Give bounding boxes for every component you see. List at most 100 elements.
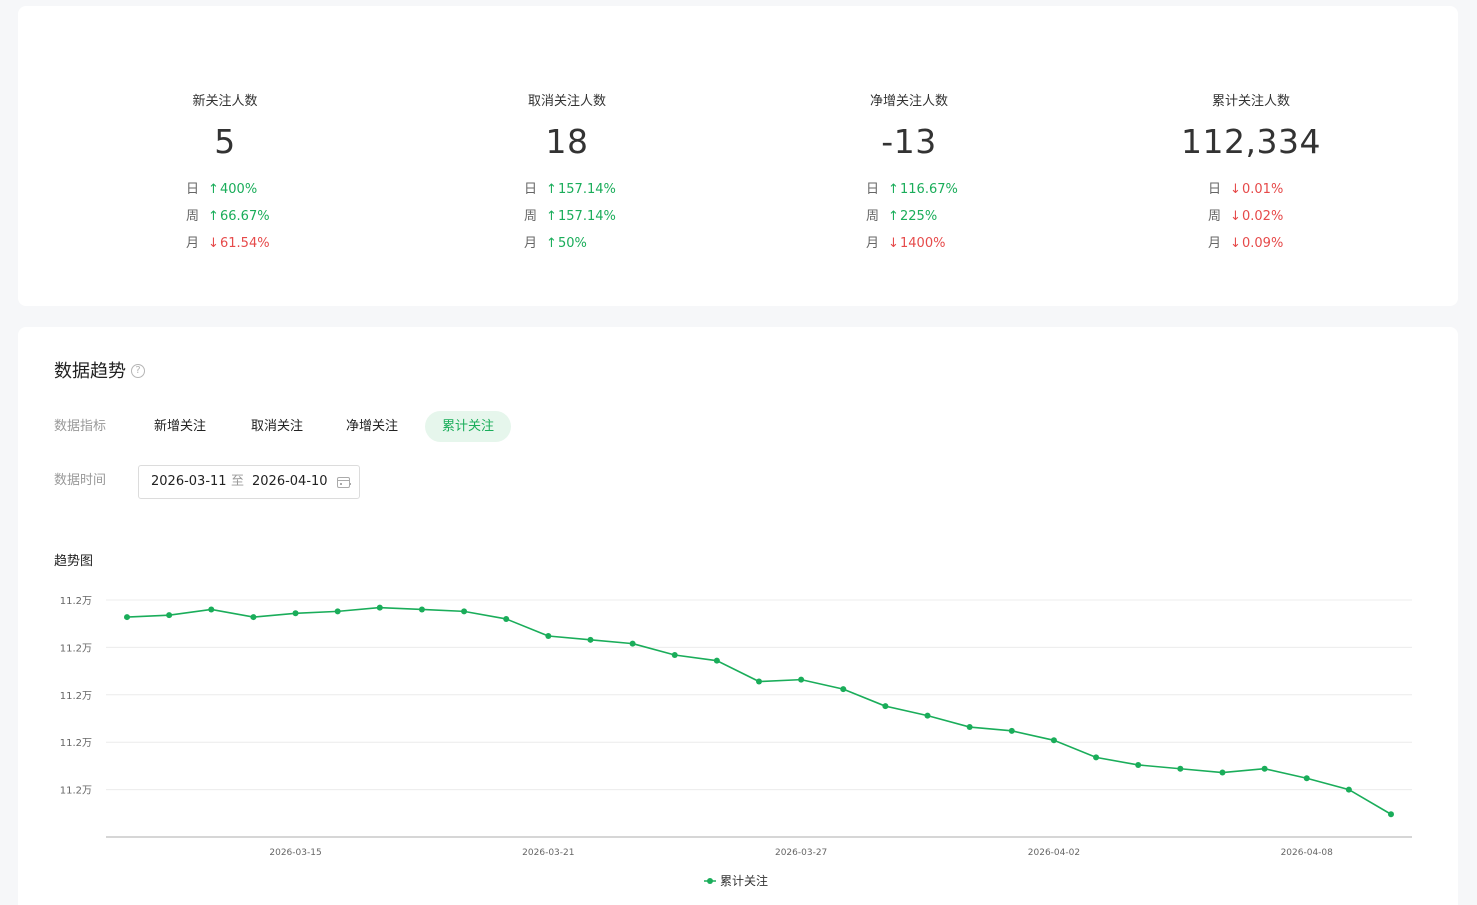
row-pct: 116.67% xyxy=(900,182,958,197)
data-point xyxy=(503,615,510,622)
data-point xyxy=(924,712,931,719)
stat-unfollowers: 取消关注人数 18 日 ↑157.14% 周 ↑157.14% 月 ↑50% xyxy=(467,92,667,257)
data-point xyxy=(250,614,257,621)
data-point xyxy=(1303,775,1310,782)
stat-row-week: 周 ↑225% xyxy=(866,203,1009,230)
row-period: 周 xyxy=(866,209,880,224)
arrow-up-icon: ↑ xyxy=(546,182,557,197)
data-point xyxy=(208,606,215,613)
row-period: 月 xyxy=(186,236,200,251)
stat-row-day: 日 ↑157.14% xyxy=(524,176,667,203)
stat-row-month: 月 ↑50% xyxy=(524,230,667,257)
stat-row-week: 周 ↑66.67% xyxy=(186,203,325,230)
data-point xyxy=(629,640,636,647)
arrow-down-icon: ↓ xyxy=(1230,209,1241,224)
row-period: 日 xyxy=(186,182,200,197)
arrow-up-icon: ↑ xyxy=(888,182,899,197)
stat-row-day: 日 ↑116.67% xyxy=(866,176,1009,203)
tab-unfollow[interactable]: 取消关注 xyxy=(240,411,314,442)
stat-row-week: 周 ↓0.02% xyxy=(1208,203,1351,230)
date-range-picker[interactable]: 2026-03-11 至 2026-04-10 xyxy=(138,465,360,499)
stat-label: 累计关注人数 xyxy=(1211,94,1290,109)
y-tick-label: 11.2万 xyxy=(60,738,92,749)
arrow-up-icon: ↑ xyxy=(208,182,219,197)
data-point xyxy=(756,678,762,685)
x-tick-label: 2026-03-15 xyxy=(269,848,321,858)
stat-label: 新关注人数 xyxy=(192,94,258,109)
data-point xyxy=(166,612,173,619)
date-end-input[interactable]: 2026-04-10 xyxy=(252,466,328,498)
time-filter-label: 数据时间 xyxy=(54,473,107,488)
arrow-down-icon: ↓ xyxy=(1230,182,1241,197)
data-point xyxy=(1008,727,1015,734)
y-tick-label: 11.2万 xyxy=(60,691,92,702)
legend-label: 累计关注 xyxy=(720,873,768,888)
stat-value: 112,334 xyxy=(1181,122,1321,161)
section-title: 数据趋势 xyxy=(54,361,126,382)
tab-new-follow[interactable]: 新增关注 xyxy=(143,411,217,442)
stat-row-day: 日 ↓0.01% xyxy=(1208,176,1351,203)
data-point xyxy=(1219,769,1226,776)
arrow-up-icon: ↑ xyxy=(888,209,899,224)
y-tick-label: 11.2万 xyxy=(60,596,92,607)
row-period: 周 xyxy=(524,209,538,224)
stat-row-month: 月 ↓0.09% xyxy=(1208,230,1351,257)
arrow-up-icon: ↑ xyxy=(208,209,219,224)
x-tick-label: 2026-04-02 xyxy=(1028,848,1080,858)
row-period: 周 xyxy=(1208,209,1222,224)
row-pct: 1400% xyxy=(900,236,946,251)
row-pct: 400% xyxy=(220,182,258,197)
data-point xyxy=(418,606,425,613)
data-point xyxy=(1345,786,1352,793)
row-period: 日 xyxy=(1208,182,1222,197)
y-tick-label: 11.2万 xyxy=(60,643,92,654)
stat-value: 5 xyxy=(214,122,236,161)
trend-card: 数据趋势 ? 数据指标 新增关注 取消关注 净增关注 累计关注 数据时间 202… xyxy=(18,327,1458,905)
arrow-up-icon: ↑ xyxy=(546,209,557,224)
data-point xyxy=(1261,765,1268,772)
row-period: 月 xyxy=(524,236,538,251)
arrow-down-icon: ↓ xyxy=(888,236,899,251)
data-point xyxy=(461,608,468,615)
tab-net-follow[interactable]: 净增关注 xyxy=(335,411,409,442)
stat-value: -13 xyxy=(881,122,937,161)
x-tick-label: 2026-03-21 xyxy=(522,848,574,858)
data-point xyxy=(587,636,594,643)
data-point xyxy=(671,651,678,658)
row-period: 日 xyxy=(524,182,538,197)
stat-new-followers: 新关注人数 5 日 ↑400% 周 ↑66.67% 月 ↓61.54% xyxy=(125,92,325,257)
date-separator: 至 xyxy=(231,474,245,489)
data-point xyxy=(334,608,341,615)
series-line xyxy=(126,606,1392,815)
data-point xyxy=(840,686,847,693)
stat-row-month: 月 ↓61.54% xyxy=(186,230,325,257)
row-pct: 157.14% xyxy=(558,209,616,224)
stats-card: 新关注人数 5 日 ↑400% 周 ↑66.67% 月 ↓61.54% 取消关注人数 … xyxy=(18,6,1458,306)
row-pct: 225% xyxy=(900,209,938,224)
data-point xyxy=(292,610,299,617)
calendar-icon[interactable] xyxy=(337,477,351,488)
date-start-input[interactable]: 2026-03-11 xyxy=(151,466,227,498)
data-point xyxy=(545,633,552,640)
row-pct: 0.01% xyxy=(1242,182,1284,197)
arrow-up-icon: ↑ xyxy=(546,236,557,251)
row-period: 月 xyxy=(866,236,880,251)
arrow-down-icon: ↓ xyxy=(1230,236,1241,251)
row-pct: 157.14% xyxy=(558,182,616,197)
tab-total-follow[interactable]: 累计关注 xyxy=(425,411,511,442)
data-point xyxy=(966,724,973,731)
data-point xyxy=(124,614,130,621)
data-point xyxy=(1177,765,1184,772)
x-tick-label: 2026-04-08 xyxy=(1281,848,1334,858)
data-point xyxy=(1093,754,1100,761)
trend-line-chart: 11.2万 11.2万 11.2万 11.2万 11.2万 2026-03-15 2026… xyxy=(60,596,1412,888)
data-point xyxy=(1050,737,1057,744)
question-circle-icon[interactable]: ? xyxy=(131,364,145,378)
data-point xyxy=(1135,761,1142,768)
row-period: 周 xyxy=(186,209,200,224)
data-point xyxy=(713,657,720,664)
row-period: 月 xyxy=(1208,236,1222,251)
metric-filter-label: 数据指标 xyxy=(54,419,107,434)
y-tick-label: 11.2万 xyxy=(60,786,92,797)
stat-value: 18 xyxy=(545,122,589,161)
